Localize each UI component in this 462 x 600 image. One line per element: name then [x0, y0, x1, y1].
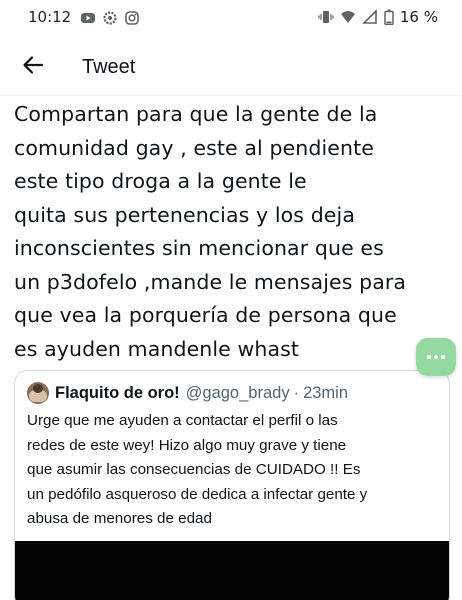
more-options-button[interactable] — [416, 338, 456, 376]
more-dots-icon — [427, 355, 445, 359]
battery-icon — [384, 9, 394, 26]
settings-icon — [102, 10, 118, 26]
tweet-text-line: Compartan para que la gente de la — [14, 102, 378, 126]
status-notification-icons — [80, 10, 140, 26]
tweet-text-line: comunidad gay , este al pendiente — [14, 135, 374, 160]
tweet-text-line: es ayuden mandenle whast — [14, 336, 300, 361]
quoted-tweet-time: 23min — [303, 383, 349, 402]
quoted-author-handle[interactable]: @gago_brady — [186, 384, 290, 403]
tweet-text-line: un p3dofelo ,mande le mensajes para — [14, 269, 407, 294]
vibrate-icon — [318, 9, 334, 25]
wifi-icon — [340, 9, 356, 25]
tweet-text-line: quita sus pertenencias y los deja — [14, 202, 355, 227]
signal-icon — [361, 9, 378, 25]
quoted-text-line: redes de este wey! Hizo algo muy grave y… — [27, 436, 347, 454]
avatar[interactable] — [27, 382, 49, 404]
top-app-bar: Tweet — [0, 40, 462, 96]
tweet-text-line: inconscientes sin mencionar que es — [14, 236, 384, 260]
dot-separator: · — [293, 383, 300, 402]
quoted-author-name[interactable]: Flaquito de oro! — [55, 384, 180, 403]
back-button[interactable] — [18, 52, 48, 82]
page-title: Tweet — [82, 56, 136, 78]
quoted-text-line: Urge que me ayuden a contactar el perfil… — [27, 412, 338, 429]
battery-percentage: 16 % — [399, 8, 438, 26]
quoted-text-line: abusa de menores de edad — [27, 510, 212, 527]
arrow-left-icon — [22, 54, 44, 80]
quoted-tweet-text: Urge que me ayuden a contactar el perfil… — [27, 409, 447, 532]
status-time: 10:12 — [28, 8, 72, 26]
quoted-text-line: un pedófilo asqueroso de dedica a infect… — [27, 485, 368, 503]
status-system-icons: 16 % — [318, 8, 438, 26]
tweet-text-line: que vea la porquería de persona que — [14, 303, 397, 327]
tweet-text-line: este tipo droga a la gente le — [14, 169, 307, 193]
instagram-icon — [124, 10, 140, 26]
youtube-icon — [80, 10, 96, 26]
quoted-text-line: que asumir las consecuencias de CUIDADO … — [27, 461, 361, 478]
quoted-tweet-card[interactable]: Flaquito de oro! @gago_brady · 23min Urg… — [14, 370, 450, 600]
status-bar: 10:12 16 % — [0, 0, 462, 36]
tweet-text: Compartan para que la gente de la comuni… — [14, 98, 454, 366]
quoted-tweet-header: Flaquito de oro! @gago_brady · 23min — [27, 381, 348, 405]
quoted-tweet-media[interactable] — [15, 541, 449, 600]
